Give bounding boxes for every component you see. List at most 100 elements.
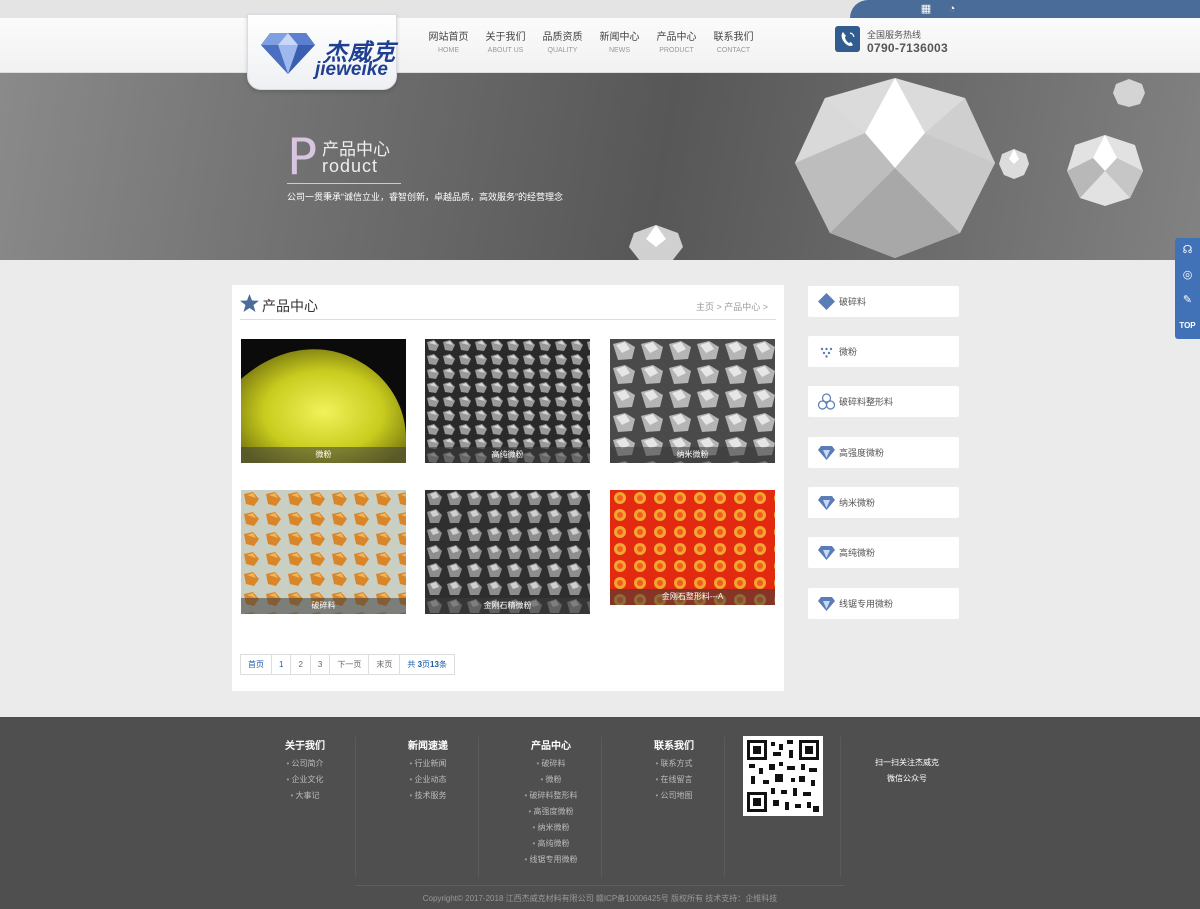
product-caption: 纳米微粉: [610, 447, 775, 463]
sidebar-item-label: 高纯微粉: [839, 548, 876, 558]
footer-divider: [724, 737, 725, 877]
footer-divider: [355, 737, 356, 877]
footer-link[interactable]: 企业动态: [368, 772, 488, 788]
qq-icon[interactable]: ◔: [946, 3, 958, 15]
gem-icon: [818, 597, 835, 611]
footer-link[interactable]: 微粉: [491, 772, 611, 788]
diamond-image: [1113, 79, 1145, 107]
back-to-top-button[interactable]: TOP: [1175, 313, 1200, 338]
footer-link[interactable]: 技术服务: [368, 788, 488, 804]
headset-icon[interactable]: ☊: [1175, 238, 1200, 263]
product-caption: 破碎料: [241, 598, 406, 614]
hotline-label: 全国服务热线: [867, 30, 922, 40]
sidebar-item-label: 破碎料整形料: [839, 397, 894, 407]
footer-link[interactable]: 在线留言: [614, 772, 734, 788]
product-card[interactable]: 纳米微粉: [610, 339, 775, 463]
sidebar-item-label: 微粉: [839, 347, 858, 357]
product-image: [425, 339, 590, 463]
product-card[interactable]: 金刚石精微粉: [425, 490, 590, 614]
nav-label: 品质资质: [542, 32, 583, 43]
breadcrumb[interactable]: 主页 > 产品中心 >: [696, 300, 768, 313]
page-1-button[interactable]: 1: [271, 654, 292, 675]
nav-item-news[interactable]: 新闻中心 NEWS: [591, 31, 648, 57]
qr-caption-line: 微信公众号: [887, 774, 927, 783]
footer-divider: [840, 737, 841, 877]
diamond-image: [1067, 135, 1143, 206]
footer-divider: [478, 737, 479, 877]
footer-link[interactable]: 高纯微粉: [491, 836, 611, 852]
footer-link[interactable]: 破碎料: [491, 756, 611, 772]
sidebar-item-zhengxingliao[interactable]: 破碎料整形料: [808, 386, 959, 417]
sidebar-item-nami[interactable]: 纳米微粉: [808, 487, 959, 518]
product-image: [241, 490, 406, 614]
diamond-image: [629, 225, 683, 260]
footer-col-contact: 联系我们 联系方式 在线留言 公司地图: [614, 737, 734, 804]
nav-sublabel: HOME: [438, 47, 459, 54]
nav-sublabel: PRODUCT: [659, 47, 694, 54]
nav-item-product[interactable]: 产品中心 PRODUCT: [648, 31, 705, 57]
nav-sublabel: ABOUT US: [487, 47, 524, 54]
edit-icon[interactable]: ✎: [1175, 288, 1200, 313]
nav-item-contact[interactable]: 联系我们 CONTACT: [705, 31, 762, 57]
footer-link[interactable]: 公司简介: [245, 756, 365, 772]
footer-link[interactable]: 高强度微粉: [491, 804, 611, 820]
gem-icon: [818, 496, 835, 510]
nav-label: 产品中心: [656, 32, 697, 43]
nav-label: 网站首页: [428, 32, 469, 43]
footer-col-title: 联系我们: [654, 741, 694, 752]
product-caption: 微粉: [241, 447, 406, 463]
product-card[interactable]: 高纯微粉: [425, 339, 590, 463]
diamond-logo-icon: [261, 33, 315, 74]
nav-label: 关于我们: [485, 32, 526, 43]
banner: P 产品中心 roduct 公司一贯秉承“诚信立业，睿智创新，卓越品质，高效服务…: [0, 73, 1200, 260]
product-caption: 金刚石精微粉: [425, 598, 590, 614]
qr-caption-line: 扫一扫关注杰威克: [875, 758, 939, 767]
page-first-button[interactable]: 首页: [240, 654, 272, 675]
product-card[interactable]: 微粉: [241, 339, 406, 463]
sidebar-item-weifen[interactable]: 微粉: [808, 336, 959, 367]
page-total: 共 3页13条: [399, 654, 455, 675]
wechat-icon[interactable]: ◎: [1175, 263, 1200, 288]
nav-item-quality[interactable]: 品质资质 QUALITY: [534, 31, 591, 57]
nav-item-home[interactable]: 网站首页 HOME: [420, 31, 477, 57]
top-tab: ▦ ◔: [850, 0, 1200, 18]
footer-link[interactable]: 纳米微粉: [491, 820, 611, 836]
nav-item-about[interactable]: 关于我们 ABOUT US: [477, 31, 534, 57]
sidebar-item-label: 高强度微粉: [839, 448, 885, 458]
footer-link[interactable]: 破碎料整形料: [491, 788, 611, 804]
diamond-image: [999, 149, 1029, 179]
gem-icon: [818, 446, 835, 460]
main-nav: 网站首页 HOME 关于我们 ABOUT US 品质资质 QUALITY 新闻中心 NE…: [420, 31, 762, 57]
footer-link[interactable]: 线锯专用微粉: [491, 852, 611, 868]
panel-header: 产品中心 主页 > 产品中心 >: [240, 292, 776, 320]
page-last-button[interactable]: 末页: [368, 654, 401, 675]
wechat-qrcode: [743, 736, 823, 816]
sidebar-item-label: 纳米微粉: [839, 498, 876, 508]
page-next-button[interactable]: 下一页: [329, 654, 370, 675]
page-2-button[interactable]: 2: [290, 654, 311, 675]
footer-col-news: 新闻速递 行业新闻 企业动态 技术服务: [368, 737, 488, 804]
page-total-suffix: 条: [438, 660, 447, 669]
nav-label: 联系我们: [713, 32, 754, 43]
qrcode-icon[interactable]: ▦: [920, 3, 932, 15]
footer-link[interactable]: 企业文化: [245, 772, 365, 788]
product-card[interactable]: 金刚石整形料---A: [610, 490, 775, 605]
footer-link[interactable]: 联系方式: [614, 756, 734, 772]
sidebar-item-label: 线锯专用微粉: [839, 599, 894, 609]
page-3-button[interactable]: 3: [309, 654, 331, 675]
sidebar-item-xianju[interactable]: 线锯专用微粉: [808, 588, 959, 619]
diamond-image: [795, 78, 995, 258]
floating-toolbar: ☊ ◎ ✎ TOP: [1175, 238, 1200, 339]
footer-link[interactable]: 行业新闻: [368, 756, 488, 772]
sidebar-item-gaoqiangdu[interactable]: 高强度微粉: [808, 437, 959, 468]
footer-col-about: 关于我们 公司简介 企业文化 大事记: [245, 737, 365, 804]
page-title: 产品中心: [262, 298, 318, 314]
product-image: [241, 349, 406, 463]
sidebar-item-gaochun[interactable]: 高纯微粉: [808, 537, 959, 568]
footer-link[interactable]: 大事记: [245, 788, 365, 804]
product-card[interactable]: 破碎料: [241, 490, 406, 614]
footer-link[interactable]: 公司地图: [614, 788, 734, 804]
sidebar-item-posuiliao[interactable]: 破碎料: [808, 286, 959, 317]
footer: 关于我们 公司简介 企业文化 大事记 新闻速递 行业新闻 企业动态 技术服务 产…: [0, 717, 1200, 909]
logo[interactable]: 杰威克 jieweike: [247, 14, 397, 90]
